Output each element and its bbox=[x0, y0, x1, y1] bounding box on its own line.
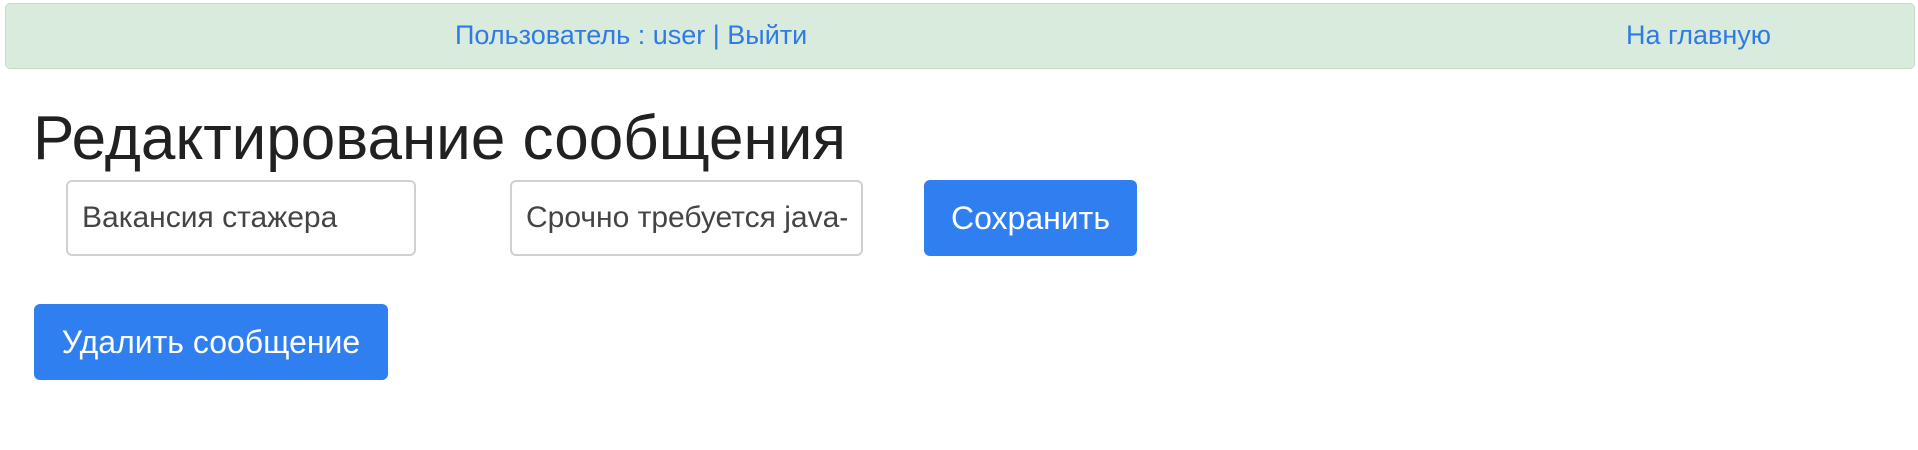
separator: | bbox=[705, 20, 728, 50]
page-title: Редактирование сообщения bbox=[33, 104, 846, 173]
top-navbar: Пользователь : user | Выйти На главную bbox=[5, 3, 1915, 69]
message-text-input[interactable] bbox=[510, 180, 863, 256]
message-title-input[interactable] bbox=[66, 180, 416, 256]
home-link[interactable]: На главную bbox=[1626, 22, 1771, 49]
delete-message-button[interactable]: Удалить сообщение bbox=[34, 304, 388, 380]
save-button[interactable]: Сохранить bbox=[924, 180, 1137, 256]
logout-link[interactable]: Выйти bbox=[727, 20, 807, 50]
user-label: Пользователь : bbox=[455, 20, 653, 50]
user-info: Пользователь : user | Выйти bbox=[455, 22, 807, 49]
username: user bbox=[652, 20, 706, 50]
